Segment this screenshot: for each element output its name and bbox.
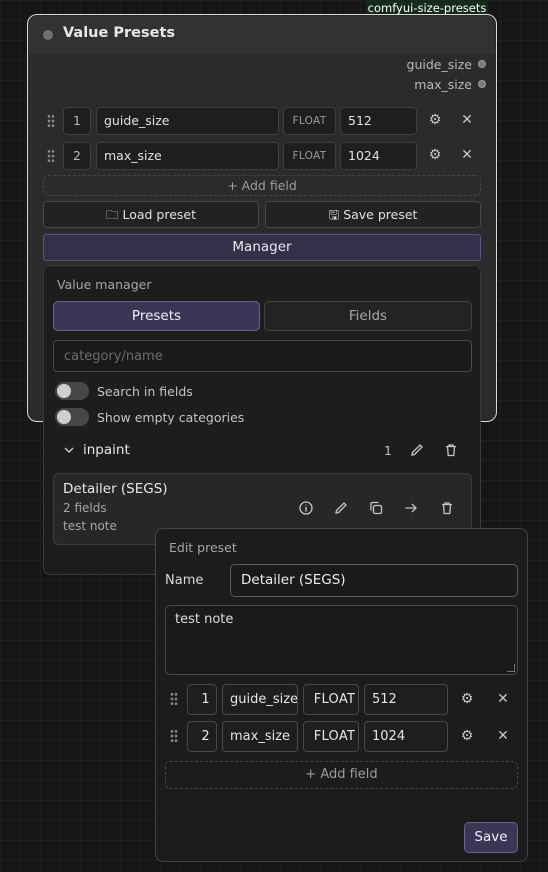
collapse-dot-icon[interactable] bbox=[43, 30, 53, 40]
toggle-label: Show empty categories bbox=[97, 410, 245, 425]
field-value-input[interactable]: 512 bbox=[340, 107, 417, 135]
close-icon[interactable]: ✕ bbox=[458, 147, 476, 163]
field-index: 1 bbox=[63, 107, 91, 135]
field-type-select[interactable]: FLOAT bbox=[303, 684, 359, 715]
pencil-icon[interactable] bbox=[333, 500, 349, 516]
output-label-guide-size: guide_size bbox=[406, 57, 472, 72]
name-label: Name bbox=[165, 573, 204, 588]
drag-handle-icon[interactable] bbox=[170, 692, 178, 706]
field-value-input[interactable]: 1024 bbox=[364, 721, 448, 752]
output-socket-icon[interactable] bbox=[478, 60, 486, 68]
preset-name: Detailer (SEGS) bbox=[63, 481, 168, 497]
gear-icon[interactable]: ⚙ bbox=[458, 728, 476, 744]
arrow-right-icon[interactable] bbox=[403, 500, 419, 516]
folder-icon: 🗀 bbox=[105, 207, 119, 222]
preset-name-input[interactable]: Detailer (SEGS) bbox=[230, 564, 518, 597]
add-field-button[interactable]: + Add field bbox=[165, 761, 518, 789]
toggle-knob bbox=[57, 410, 71, 424]
show-empty-categories-toggle[interactable] bbox=[55, 408, 89, 426]
drag-handle-icon[interactable] bbox=[47, 149, 55, 163]
resize-handle-icon[interactable] bbox=[507, 664, 515, 672]
save-preset-button[interactable]: 🖫 Save preset bbox=[265, 201, 481, 228]
tab-fields[interactable]: Fields bbox=[264, 301, 472, 331]
close-icon[interactable]: ✕ bbox=[458, 112, 476, 128]
output-socket-icon[interactable] bbox=[478, 80, 486, 88]
field-index: 1 bbox=[187, 684, 217, 715]
gear-icon[interactable]: ⚙ bbox=[426, 147, 444, 163]
field-type-select[interactable]: FLOAT bbox=[283, 142, 336, 170]
preset-fields-count: 2 fields bbox=[63, 501, 107, 515]
copy-icon[interactable] bbox=[368, 500, 384, 516]
field-type-select[interactable]: FLOAT bbox=[303, 721, 359, 752]
save-button[interactable]: Save bbox=[464, 822, 518, 853]
panel-title: Value manager bbox=[57, 277, 152, 292]
floppy-icon: 🖫 bbox=[328, 207, 340, 222]
category-count: 1 bbox=[384, 443, 392, 458]
gear-icon[interactable]: ⚙ bbox=[458, 691, 476, 707]
gear-icon[interactable]: ⚙ bbox=[426, 112, 444, 128]
pencil-icon[interactable] bbox=[409, 442, 425, 458]
field-index: 2 bbox=[63, 142, 91, 170]
drag-handle-icon[interactable] bbox=[170, 729, 178, 743]
manager-button[interactable]: Manager bbox=[43, 234, 481, 261]
drag-handle-icon[interactable] bbox=[47, 114, 55, 128]
load-preset-button[interactable]: 🗀 Load preset bbox=[43, 201, 259, 228]
add-field-button[interactable]: + Add field bbox=[43, 175, 481, 196]
info-icon[interactable] bbox=[298, 500, 314, 516]
search-input[interactable] bbox=[53, 340, 472, 372]
chevron-down-icon[interactable] bbox=[63, 444, 75, 456]
field-value-input[interactable]: 512 bbox=[364, 684, 448, 715]
preset-note: test note bbox=[63, 519, 117, 533]
load-preset-label: Load preset bbox=[122, 207, 197, 222]
node-title: Value Presets bbox=[63, 25, 176, 41]
trash-icon[interactable] bbox=[439, 500, 455, 516]
save-preset-label: Save preset bbox=[343, 207, 418, 222]
field-index: 2 bbox=[187, 721, 217, 752]
field-value-input[interactable]: 1024 bbox=[340, 142, 417, 170]
search-in-fields-toggle[interactable] bbox=[55, 382, 89, 400]
close-icon[interactable]: ✕ bbox=[494, 728, 512, 744]
note-text: test note bbox=[175, 612, 234, 627]
toggle-knob bbox=[57, 384, 71, 398]
field-type-select[interactable]: FLOAT bbox=[283, 107, 336, 135]
toggle-label: Search in fields bbox=[97, 384, 193, 399]
output-label-max-size: max_size bbox=[414, 77, 472, 92]
trash-icon[interactable] bbox=[443, 442, 459, 458]
category-name[interactable]: inpaint bbox=[83, 442, 130, 458]
field-name-input[interactable]: max_size bbox=[96, 142, 279, 170]
field-name-input[interactable]: guide_size bbox=[96, 107, 279, 135]
tab-presets[interactable]: Presets bbox=[53, 301, 260, 331]
preset-note-textarea[interactable]: test note bbox=[165, 605, 518, 675]
field-name-input[interactable]: max_size bbox=[222, 721, 298, 752]
close-icon[interactable]: ✕ bbox=[494, 691, 512, 707]
field-name-input[interactable]: guide_size bbox=[222, 684, 298, 715]
dialog-title: Edit preset bbox=[169, 540, 237, 555]
